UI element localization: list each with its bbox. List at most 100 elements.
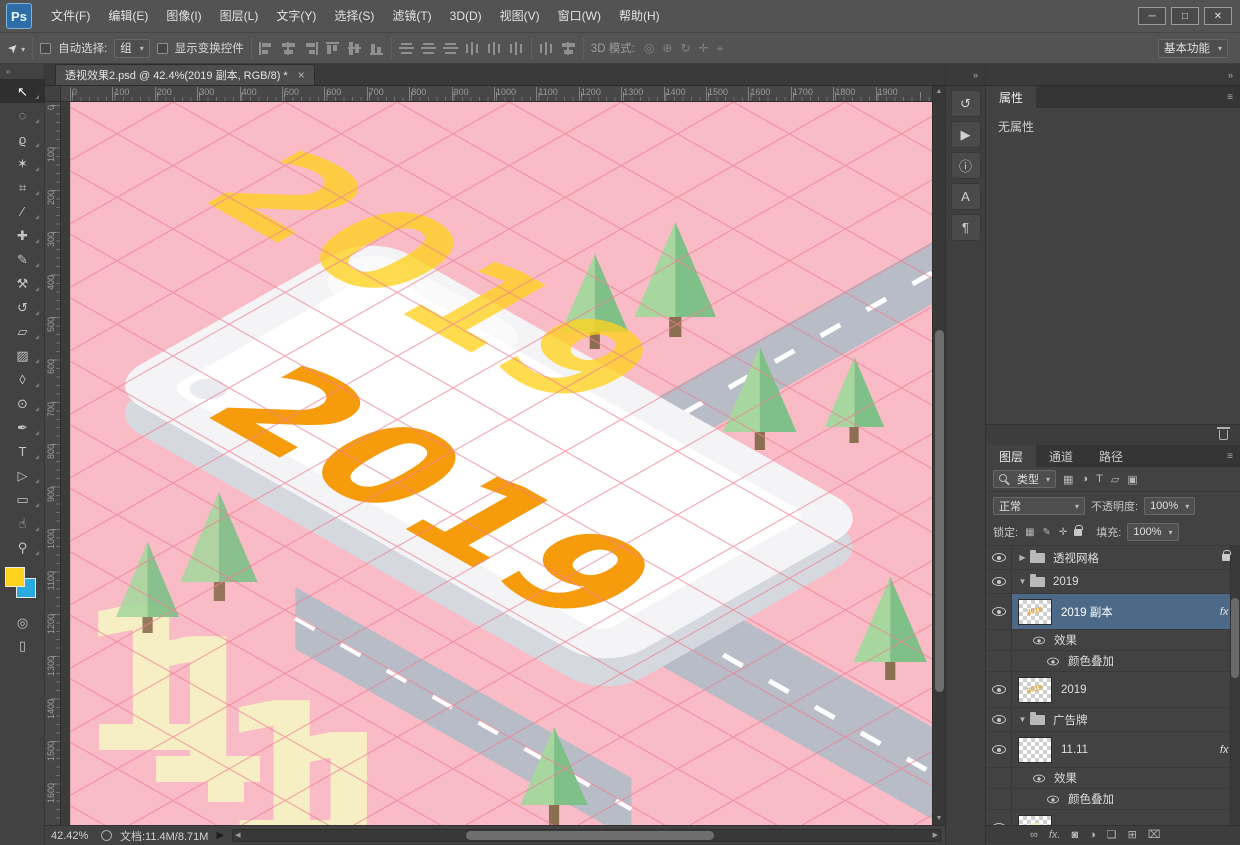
layer-row[interactable]: 11.11fx▴ <box>986 732 1240 768</box>
panel-menu-icon[interactable]: ≡ <box>1227 86 1233 108</box>
visibility-toggle-eye-icon[interactable] <box>992 553 1006 562</box>
visibility-toggle-eye-icon[interactable] <box>992 577 1006 586</box>
move-tool[interactable]: ↖ <box>0 79 45 103</box>
vertical-scroll-thumb[interactable] <box>935 330 944 692</box>
close-button[interactable]: ✕ <box>1204 7 1232 25</box>
panels-collapse-icon[interactable] <box>986 64 1240 86</box>
ruler-corner[interactable] <box>45 86 61 102</box>
zoom-tool[interactable]: ⚲ <box>0 535 45 559</box>
foreground-color-swatch[interactable] <box>5 567 25 587</box>
layer-mask-icon[interactable]: ◙ <box>1071 830 1078 841</box>
layer-style-icon[interactable]: fx. <box>1049 830 1061 841</box>
visibility-toggle-eye-icon[interactable] <box>1047 795 1059 803</box>
minimize-button[interactable]: ─ <box>1138 7 1166 25</box>
maximize-button[interactable]: □ <box>1171 7 1199 25</box>
workspace-switcher[interactable]: 基本功能 <box>1158 39 1228 58</box>
ruler-vertical[interactable]: 0100200300400500600700800900100011001200… <box>45 102 61 825</box>
distribute-right-icon[interactable] <box>509 42 524 55</box>
distribute-left-icon[interactable] <box>465 42 480 55</box>
scroll-down-icon[interactable]: ▼ <box>936 815 943 823</box>
align-top-icon[interactable] <box>325 42 340 55</box>
shape-tool[interactable]: ▭ <box>0 487 45 511</box>
pen-tool[interactable]: ✒ <box>0 415 45 439</box>
delete-layer-icon[interactable]: ⌧ <box>1148 830 1161 841</box>
new-layer-icon[interactable]: ⊞ <box>1128 830 1137 841</box>
character-panel-icon[interactable]: A <box>951 183 981 210</box>
visibility-toggle-eye-icon[interactable] <box>1033 636 1045 644</box>
clone-stamp-tool[interactable]: ⚒ <box>0 271 45 295</box>
link-layers-icon[interactable]: ∞ <box>1030 830 1038 841</box>
tab-paths[interactable]: 路径 <box>1086 445 1136 467</box>
filter-adjustment-layers-icon[interactable]: ◑ <box>1079 473 1090 486</box>
layer-row[interactable]: 20192019 副本fx▴ <box>986 594 1240 630</box>
canvas-area[interactable]: 2019 2019 11.11 <box>61 102 932 825</box>
ruler-horizontal[interactable]: 0100200300400500600700800900100011001200… <box>61 86 932 102</box>
layers-scrollbar[interactable] <box>1230 546 1240 825</box>
history-panel-icon[interactable]: ↺ <box>951 90 981 117</box>
hand-tool[interactable]: ☝ <box>0 511 45 535</box>
auto-select-dropdown[interactable]: 组 <box>114 39 150 58</box>
scroll-up-icon[interactable]: ▲ <box>936 88 943 96</box>
menubar-item[interactable]: 滤镜(T) <box>383 0 440 33</box>
menubar-item[interactable]: 帮助(H) <box>610 0 669 33</box>
status-flyout-icon[interactable]: ▶ <box>216 830 224 841</box>
opacity-field[interactable]: 100% <box>1144 497 1195 515</box>
menubar-item[interactable]: 图像(I) <box>157 0 210 33</box>
tab-close-icon[interactable]: × <box>298 68 305 82</box>
layer-row[interactable] <box>986 810 1240 825</box>
fill-field[interactable]: 100% <box>1127 523 1178 541</box>
mode-3d-icon-1[interactable]: ⊕ <box>660 41 674 56</box>
layers-scroll-thumb[interactable] <box>1231 598 1239 678</box>
horizontal-scrollbar[interactable]: ◀ ▶ <box>232 829 941 842</box>
lock-all-icon[interactable] <box>1074 529 1082 536</box>
paragraph-panel-icon[interactable]: ¶ <box>951 214 981 241</box>
visibility-toggle-eye-icon[interactable] <box>992 685 1006 694</box>
healing-brush-tool[interactable]: ✚ <box>0 223 45 247</box>
eyedropper-tool[interactable]: ∕ <box>0 199 45 223</box>
mode-3d-icon-2[interactable]: ↻ <box>678 41 692 56</box>
layer-row[interactable]: ▼广告牌 <box>986 708 1240 732</box>
quick-mask-button[interactable]: ◎ <box>0 611 45 634</box>
blend-mode-dropdown[interactable]: 正常 <box>993 497 1085 515</box>
lock-pixels-icon[interactable]: ✎ <box>1042 527 1052 538</box>
filter-smart-objects-icon[interactable]: ▣ <box>1125 473 1139 486</box>
tool-preset-picker[interactable]: ➤ <box>8 41 25 55</box>
magic-wand-tool[interactable]: ✶ <box>0 151 45 175</box>
eraser-tool[interactable]: ▱ <box>0 319 45 343</box>
align-left-icon[interactable] <box>259 42 274 55</box>
lock-position-icon[interactable]: ✛ <box>1058 527 1068 538</box>
menubar-item[interactable]: 3D(D) <box>441 0 491 33</box>
distribute-middle-icon[interactable] <box>421 42 436 55</box>
visibility-toggle-eye-icon[interactable] <box>992 823 1006 825</box>
menubar-item[interactable]: 窗口(W) <box>549 0 610 33</box>
screen-mode-button[interactable]: ▯ <box>0 634 45 657</box>
layer-row[interactable]: 颜色叠加 <box>986 651 1240 672</box>
blur-tool[interactable]: ◊ <box>0 367 45 391</box>
menubar-item[interactable]: 文件(F) <box>42 0 99 33</box>
scroll-left-icon[interactable]: ◀ <box>235 832 240 840</box>
horizontal-scroll-thumb[interactable] <box>466 831 713 840</box>
menubar-item[interactable]: 选择(S) <box>325 0 383 33</box>
vertical-scrollbar[interactable]: ▲ ▼ <box>932 86 945 825</box>
history-brush-tool[interactable]: ↺ <box>0 295 45 319</box>
marquee-tool[interactable]: ◌ <box>0 103 45 127</box>
panel-menu-icon[interactable]: ≡ <box>1227 445 1233 467</box>
visibility-toggle-eye-icon[interactable] <box>992 715 1006 724</box>
group-twisty-icon[interactable]: ▼ <box>1016 577 1029 586</box>
brush-tool[interactable]: ✎ <box>0 247 45 271</box>
info-panel-icon[interactable]: ⓘ <box>951 152 981 179</box>
tab-channels[interactable]: 通道 <box>1036 445 1086 467</box>
visibility-toggle-eye-icon[interactable] <box>992 607 1006 616</box>
gradient-tool[interactable]: ▨ <box>0 343 45 367</box>
distribute-top-icon[interactable] <box>399 42 414 55</box>
document-tab[interactable]: 透视效果2.psd @ 42.4%(2019 副本, RGB/8) * × <box>55 64 315 85</box>
auto-align-icon[interactable] <box>539 42 554 55</box>
new-group-icon[interactable]: ❏ <box>1107 830 1117 841</box>
mode-3d-icon-3[interactable]: ✛ <box>697 41 711 56</box>
distribute-bottom-icon[interactable] <box>443 42 458 55</box>
menubar-item[interactable]: 编辑(E) <box>99 0 157 33</box>
lock-transparency-icon[interactable]: ▦ <box>1024 527 1035 538</box>
menubar-item[interactable]: 文字(Y) <box>267 0 325 33</box>
actions-panel-icon[interactable]: ▶ <box>951 121 981 148</box>
layer-row[interactable]: 颜色叠加 <box>986 789 1240 810</box>
